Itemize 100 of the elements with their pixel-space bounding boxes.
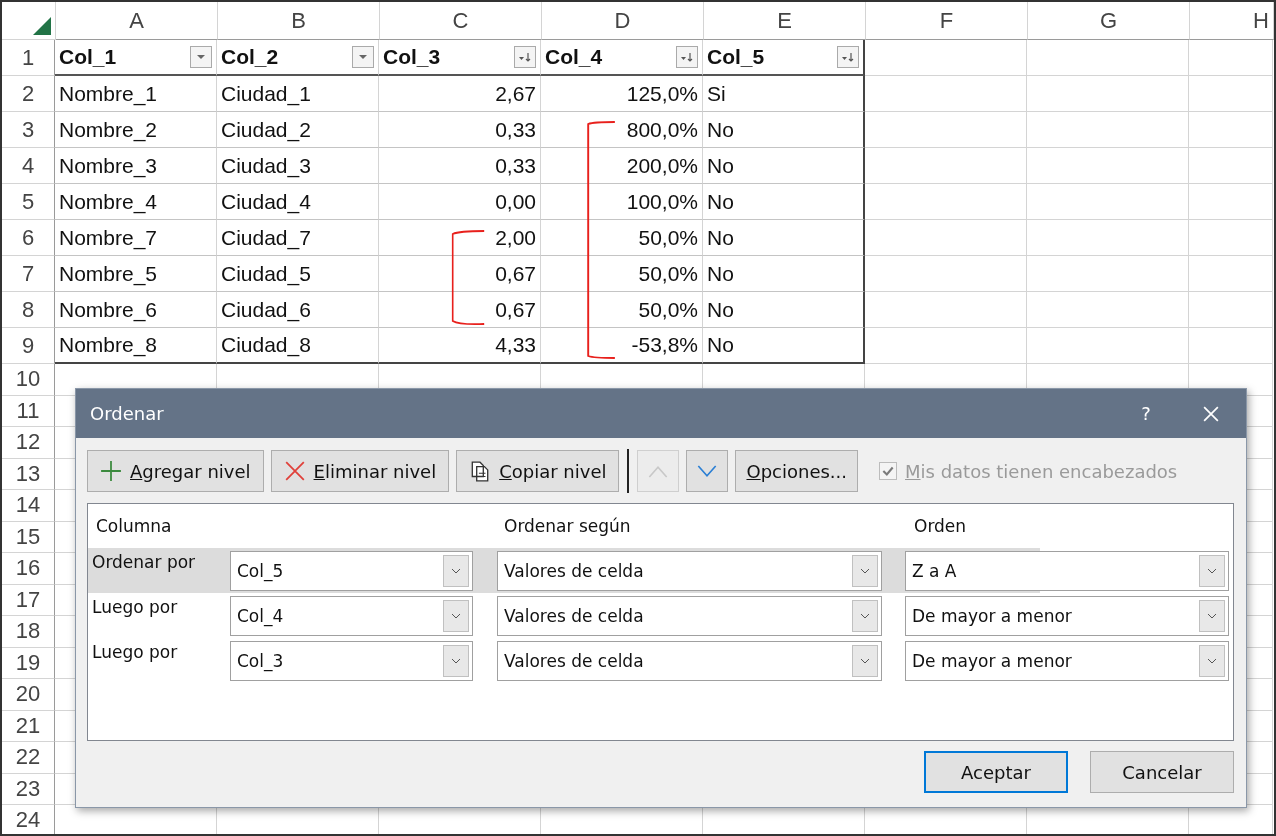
column-header[interactable]: F <box>939 7 954 34</box>
column-header[interactable]: G <box>1099 7 1118 34</box>
row-header[interactable]: 3 <box>21 116 35 143</box>
row-header[interactable]: 7 <box>21 260 35 287</box>
empty-cell[interactable] <box>865 112 1027 148</box>
row-header[interactable]: 20 <box>15 681 41 708</box>
row-header[interactable]: 17 <box>15 586 41 613</box>
column-title: Col_5 <box>707 45 765 69</box>
empty-cell[interactable] <box>1189 292 1273 328</box>
filter-button[interactable] <box>676 46 698 68</box>
row-header[interactable]: 22 <box>15 744 41 771</box>
empty-cell[interactable] <box>1189 112 1273 148</box>
column-dropdown[interactable]: Col_5 <box>230 550 473 591</box>
filter-button[interactable] <box>514 46 536 68</box>
empty-cell[interactable] <box>1189 76 1273 112</box>
table-cell: Ciudad_2 <box>221 117 311 142</box>
checkmark-icon <box>881 464 896 478</box>
table-cell: 50,0% <box>638 297 698 322</box>
column-header[interactable]: B <box>291 7 306 34</box>
cancel-button[interactable]: Cancelar <box>1090 751 1234 793</box>
empty-cell[interactable] <box>1027 76 1189 112</box>
row-header[interactable]: 8 <box>21 296 35 323</box>
column-dropdown[interactable]: Col_3 <box>230 640 473 681</box>
column-header[interactable]: A <box>129 7 144 34</box>
row-header[interactable]: 23 <box>15 775 41 802</box>
select-all-icon[interactable] <box>33 17 51 35</box>
column-header[interactable]: D <box>614 7 631 34</box>
table-cell: No <box>707 153 734 178</box>
table-cell: Nombre_6 <box>59 297 158 322</box>
sort-on-dropdown[interactable]: Valores de celda <box>497 640 882 681</box>
help-button[interactable]: ? <box>1116 393 1176 434</box>
empty-cell[interactable] <box>865 40 1027 76</box>
column-label: Orden <box>913 516 967 536</box>
order-dropdown[interactable]: De mayor a menor <box>905 595 1229 636</box>
order-dropdown[interactable]: Z a A <box>905 550 1229 591</box>
row-header[interactable]: 1 <box>21 44 35 71</box>
empty-cell[interactable] <box>865 292 1027 328</box>
empty-cell[interactable] <box>865 148 1027 184</box>
row-header[interactable]: 24 <box>15 807 41 834</box>
empty-cell[interactable] <box>1027 256 1189 292</box>
empty-cell[interactable] <box>1189 256 1273 292</box>
row-header[interactable]: 16 <box>15 555 41 582</box>
move-down-button[interactable] <box>686 450 729 492</box>
row-header[interactable]: 14 <box>15 492 41 519</box>
ok-button[interactable]: Aceptar <box>924 751 1068 793</box>
row-header[interactable]: 13 <box>15 460 41 487</box>
column-dropdown[interactable]: Col_4 <box>230 595 473 636</box>
copy-level-button[interactable]: Copiar nivel <box>456 450 620 492</box>
table-cell: 0,67 <box>495 261 536 286</box>
empty-cell[interactable] <box>1189 148 1273 184</box>
empty-cell[interactable] <box>865 76 1027 112</box>
empty-cell[interactable] <box>1027 220 1189 256</box>
empty-cell[interactable] <box>1027 40 1189 76</box>
row-header[interactable]: 5 <box>21 188 35 215</box>
empty-cell[interactable] <box>1027 184 1189 220</box>
column-header[interactable]: E <box>777 7 792 34</box>
column-title: Col_2 <box>221 45 279 69</box>
empty-cell[interactable] <box>1027 292 1189 328</box>
row-header[interactable]: 19 <box>15 649 41 676</box>
table-cell: 800,0% <box>626 117 698 142</box>
table-cell: No <box>707 225 734 250</box>
row-header[interactable]: 10 <box>15 366 41 393</box>
table-cell: 2,00 <box>495 225 536 250</box>
row-header[interactable]: 18 <box>15 618 41 645</box>
column-header[interactable]: H <box>1253 7 1269 34</box>
filter-button[interactable] <box>837 46 859 68</box>
empty-cell[interactable] <box>1189 184 1273 220</box>
row-header[interactable]: 11 <box>16 397 40 424</box>
table-cell: -53,8% <box>631 333 698 357</box>
row-header[interactable]: 2 <box>21 80 35 107</box>
options-button[interactable]: Opciones... <box>735 450 859 492</box>
filter-button[interactable] <box>190 46 212 68</box>
empty-cell[interactable] <box>1027 328 1189 364</box>
empty-cell[interactable] <box>1027 112 1189 148</box>
empty-cell[interactable] <box>865 256 1027 292</box>
empty-cell[interactable] <box>1027 148 1189 184</box>
empty-cell[interactable] <box>1189 40 1273 76</box>
empty-cell[interactable] <box>865 184 1027 220</box>
empty-cell[interactable] <box>1189 220 1273 256</box>
delete-level-button[interactable]: Eliminar nivel <box>270 450 450 492</box>
row-header[interactable]: 15 <box>15 523 41 550</box>
sort-on-dropdown[interactable]: Valores de celda <box>497 595 882 636</box>
empty-cell[interactable] <box>865 220 1027 256</box>
chevron-down-icon <box>860 567 870 574</box>
empty-cell[interactable] <box>865 328 1027 364</box>
row-header[interactable]: 6 <box>21 224 35 251</box>
row-header[interactable]: 4 <box>21 152 35 179</box>
order-dropdown[interactable]: De mayor a menor <box>905 640 1229 681</box>
add-level-button[interactable]: Agregar nivel <box>87 450 264 492</box>
level-row[interactable]: Luego por Col_4 Valores de celda De mayor a menor <box>88 593 1233 638</box>
level-row[interactable]: Luego por Col_3 Valores de celda De mayor a menor <box>88 638 1233 683</box>
sort-on-dropdown[interactable]: Valores de celda <box>497 550 882 591</box>
row-header[interactable]: 9 <box>21 332 35 359</box>
column-title: Col_3 <box>383 45 441 69</box>
filter-button[interactable] <box>352 46 374 68</box>
table-cell: 0,33 <box>495 153 536 178</box>
row-header[interactable]: 12 <box>15 429 41 456</box>
row-header[interactable]: 21 <box>15 712 41 739</box>
column-header[interactable]: C <box>452 7 469 34</box>
empty-cell[interactable] <box>1189 328 1273 364</box>
